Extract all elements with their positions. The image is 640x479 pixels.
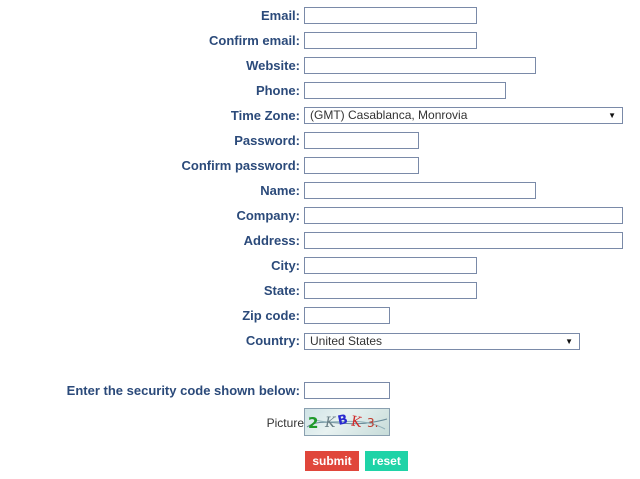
name-label: Name: (260, 183, 300, 198)
zip-code-label: Zip code: (242, 308, 300, 323)
email-field[interactable] (304, 7, 477, 24)
svg-text:3.: 3. (367, 416, 378, 430)
password-label: Password: (234, 133, 300, 148)
zip-code-field[interactable] (304, 307, 390, 324)
picture-label: Picture (266, 416, 304, 430)
address-field[interactable] (304, 232, 623, 249)
country-select[interactable]: United States ▼ (304, 333, 580, 350)
timezone-select[interactable]: (GMT) Casablanca, Monrovia ▼ (304, 107, 623, 124)
city-field[interactable] (304, 257, 477, 274)
confirm-email-label: Confirm email: (208, 33, 300, 48)
company-label: Company: (236, 208, 300, 223)
state-field[interactable] (304, 282, 477, 299)
confirm-password-field[interactable] (304, 157, 419, 174)
website-field[interactable] (304, 57, 536, 74)
timezone-selected-value: (GMT) Casablanca, Monrovia (310, 108, 468, 122)
country-label: Country: (245, 333, 300, 348)
timezone-label: Time Zone: (230, 108, 300, 123)
svg-text:B: B (336, 412, 349, 429)
svg-text:K: K (324, 415, 337, 431)
address-label: Address: (243, 233, 300, 248)
reset-button[interactable]: reset (365, 451, 408, 471)
svg-text:2: 2 (308, 414, 318, 432)
company-field[interactable] (304, 207, 623, 224)
website-label: Website: (246, 58, 300, 73)
email-label: Email: (260, 8, 300, 23)
country-selected-value: United States (310, 334, 383, 348)
svg-text:K: K (349, 413, 363, 431)
phone-field[interactable] (304, 82, 506, 99)
state-label: State: (263, 283, 300, 298)
name-field[interactable] (304, 182, 536, 199)
city-label: City: (271, 258, 300, 273)
captcha-graphic: 2 K B K 3. (306, 412, 388, 432)
security-code-field[interactable] (304, 382, 390, 399)
password-field[interactable] (304, 132, 419, 149)
submit-button[interactable]: submit (305, 451, 359, 471)
security-code-label: Enter the security code shown below: (66, 383, 300, 398)
captcha-image: 2 K B K 3. (304, 408, 390, 436)
dropdown-arrow-icon: ▼ (565, 337, 573, 346)
phone-label: Phone: (255, 83, 300, 98)
dropdown-arrow-icon: ▼ (608, 111, 616, 120)
confirm-email-field[interactable] (304, 32, 477, 49)
confirm-password-label: Confirm password: (181, 158, 300, 173)
